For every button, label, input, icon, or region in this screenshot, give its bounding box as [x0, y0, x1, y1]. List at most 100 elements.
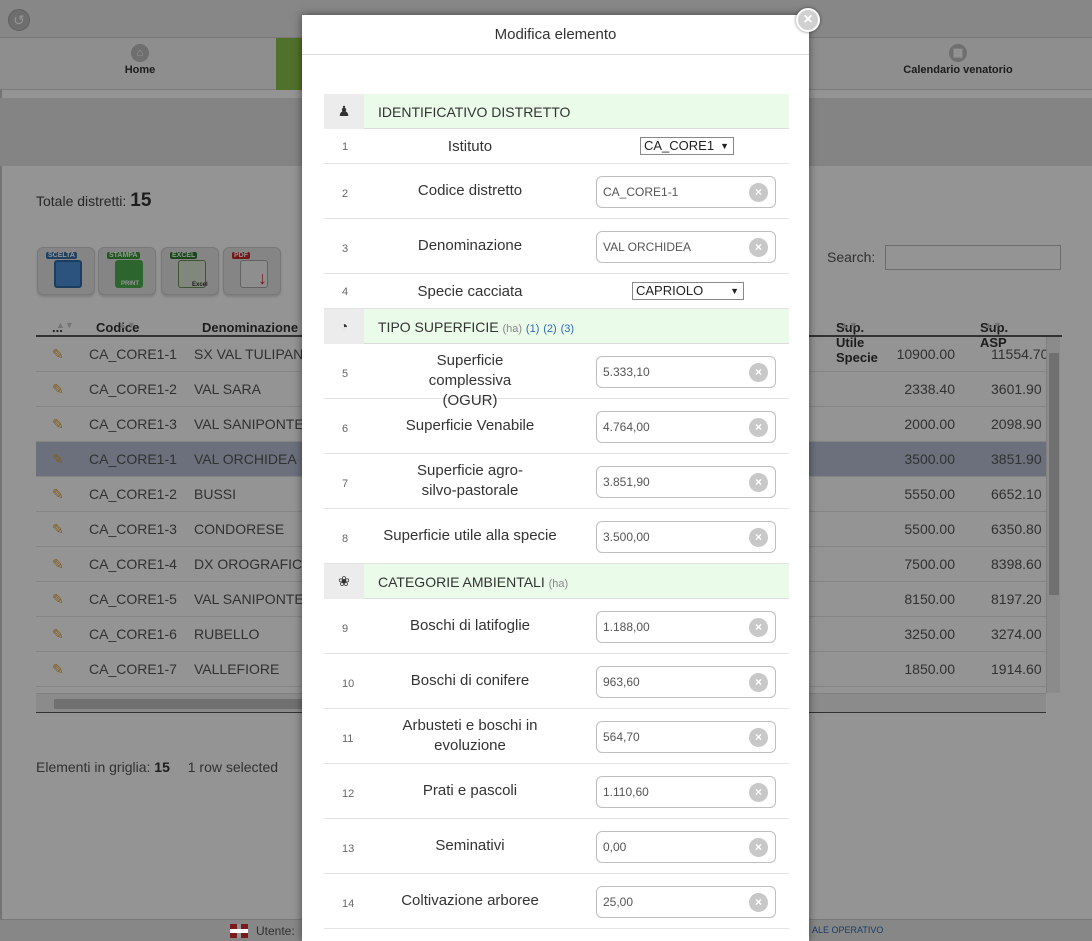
denominazione-input[interactable]: VAL ORCHIDEA × — [596, 231, 776, 263]
field-label: Prati e pascoli — [422, 782, 518, 799]
clear-icon[interactable]: × — [749, 473, 768, 492]
section-tipo-superficie: ◔ TIPO SUPERFICIE (ha) (1) (2) (3) — [324, 309, 789, 344]
field-specie-cacciata: 4 Specie cacciata CAPRIOLO ▼ — [324, 274, 789, 309]
clear-icon[interactable]: × — [749, 363, 768, 382]
edit-modal: Modifica elemento ♟ IDENTIFICATIVO DISTR… — [302, 15, 809, 941]
input-value: 1.110,60 — [603, 785, 649, 799]
clear-icon[interactable]: × — [749, 618, 768, 637]
field-superficie-venabile: 6 Superficie Venabile 4.764,00 × — [324, 399, 789, 454]
clear-icon[interactable]: × — [749, 418, 768, 437]
clear-icon[interactable]: × — [749, 673, 768, 692]
superficie-complessiva-input[interactable]: 5.333,10 × — [596, 356, 776, 388]
field-arbusteti: 11 Arbusteti e boschi in evoluzione 564,… — [324, 709, 789, 764]
field-index: 5 — [342, 368, 349, 380]
coltivazione-arboree-input[interactable]: 25,00 × — [596, 886, 776, 918]
input-value: 3.851,90 — [603, 475, 650, 489]
field-label: Boschi di conifere — [410, 672, 530, 689]
input-value: 5.333,10 — [603, 365, 650, 379]
field-index: 8 — [342, 533, 349, 545]
field-label: Boschi di latifoglie — [409, 617, 531, 634]
field-index: 2 — [342, 188, 349, 200]
clear-icon[interactable]: × — [749, 183, 768, 202]
superficie-utile-input[interactable]: 3.500,00 × — [596, 521, 776, 553]
select-value: CAPRIOLO — [636, 283, 704, 298]
field-boschi-conifere: 10 Boschi di conifere 963,60 × — [324, 654, 789, 709]
input-value: VAL ORCHIDEA — [603, 240, 692, 254]
superficie-asp-input[interactable]: 3.851,90 × — [596, 466, 776, 498]
dropdown-arrow-icon: ▼ — [730, 286, 739, 296]
seminativi-input[interactable]: 0,00 × — [596, 831, 776, 863]
clear-icon[interactable]: × — [749, 728, 768, 747]
istituto-select[interactable]: CA_CORE1 ▼ — [640, 137, 734, 155]
close-modal-button[interactable]: × — [796, 8, 820, 32]
arbusteti-input[interactable]: 564,70 × — [596, 721, 776, 753]
section-unit: (ha) — [502, 323, 523, 335]
clear-icon[interactable]: × — [749, 783, 768, 802]
clear-icon[interactable]: × — [749, 838, 768, 857]
boschi-conifere-input[interactable]: 963,60 × — [596, 666, 776, 698]
boschi-latifoglie-input[interactable]: 1.188,00 × — [596, 611, 776, 643]
field-index: 6 — [342, 423, 349, 435]
field-index: 13 — [342, 843, 355, 855]
clear-icon[interactable]: × — [749, 528, 768, 547]
section-identificativo: ♟ IDENTIFICATIVO DISTRETTO — [324, 94, 789, 129]
input-value: 1.188,00 — [603, 620, 650, 634]
field-label: Codice distretto — [417, 182, 523, 199]
input-value: 25,00 — [603, 895, 634, 909]
field-index: 10 — [342, 678, 355, 690]
input-value: 564,70 — [603, 730, 640, 744]
input-value: 3.500,00 — [603, 530, 650, 544]
section-unit: (ha) — [548, 578, 569, 590]
field-label: Arbusteti e boschi in evoluzione — [402, 717, 538, 754]
field-coltivazione-arboree: 14 Coltivazione arboree 25,00 × — [324, 874, 789, 929]
input-value: CA_CORE1-1 — [603, 185, 679, 199]
field-seminativi: 13 Seminativi 0,00 × — [324, 819, 789, 874]
field-codice-distretto: 2 Codice distretto CA_CORE1-1 × — [324, 164, 789, 219]
field-label: Specie cacciata — [417, 283, 523, 300]
section-label: IDENTIFICATIVO DISTRETTO — [378, 104, 571, 120]
field-label: Seminativi — [435, 837, 505, 854]
specie-select[interactable]: CAPRIOLO ▼ — [632, 282, 744, 300]
field-index: 14 — [342, 898, 355, 910]
user-icon: ♟ — [324, 94, 364, 129]
dropdown-arrow-icon: ▼ — [720, 141, 729, 151]
field-index: 9 — [342, 623, 349, 635]
field-label: Istituto — [447, 138, 493, 155]
field-index: 11 — [342, 733, 354, 745]
note-link-3[interactable]: (3) — [561, 323, 574, 335]
codice-distretto-input[interactable]: CA_CORE1-1 × — [596, 176, 776, 208]
clear-icon[interactable]: × — [749, 238, 768, 257]
input-value: 963,60 — [603, 675, 640, 689]
field-label: Superficie utile alla specie — [383, 527, 557, 544]
edit-form: ♟ IDENTIFICATIVO DISTRETTO 1 Istituto CA… — [324, 94, 789, 929]
field-denominazione: 3 Denominazione VAL ORCHIDEA × — [324, 219, 789, 274]
input-value: 4.764,00 — [603, 420, 650, 434]
select-value: CA_CORE1 — [644, 138, 715, 153]
section-label-group: CATEGORIE AMBIENTALI (ha) — [378, 574, 568, 590]
field-superficie-asp: 7 Superficie agro-silvo-pastorale 3.851,… — [324, 454, 789, 509]
section-label: TIPO SUPERFICIE — [378, 319, 499, 335]
field-boschi-latifoglie: 9 Boschi di latifoglie 1.188,00 × — [324, 599, 789, 654]
field-index: 3 — [342, 243, 349, 255]
input-value: 0,00 — [603, 840, 627, 854]
field-istituto: 1 Istituto CA_CORE1 ▼ — [324, 129, 789, 164]
field-label: Denominazione — [417, 237, 523, 254]
field-index: 4 — [342, 286, 349, 298]
field-label: Superficie agro-silvo-pastorale — [417, 462, 523, 499]
note-link-2[interactable]: (2) — [543, 323, 556, 335]
section-categorie-ambientali: ❀ CATEGORIE AMBIENTALI (ha) — [324, 564, 789, 599]
superficie-venabile-input[interactable]: 4.764,00 × — [596, 411, 776, 443]
clear-icon[interactable]: × — [749, 893, 768, 912]
leaf-icon: ❀ — [324, 564, 364, 599]
field-label: Superficie Venabile — [405, 417, 535, 434]
field-index: 12 — [342, 788, 355, 800]
field-superficie-utile: 8 Superficie utile alla specie 3.500,00 × — [324, 509, 789, 564]
gauge-icon: ◔ — [324, 309, 364, 344]
field-superficie-complessiva: 5 Superficie complessiva (OGUR) 5.333,10… — [324, 344, 789, 409]
prati-pascoli-input[interactable]: 1.110,60 × — [596, 776, 776, 808]
section-label-group: TIPO SUPERFICIE (ha) (1) (2) (3) — [378, 319, 574, 335]
field-index: 1 — [342, 141, 349, 153]
field-prati-pascoli: 12 Prati e pascoli 1.110,60 × — [324, 764, 789, 819]
note-link-1[interactable]: (1) — [526, 323, 539, 335]
section-label: CATEGORIE AMBIENTALI — [378, 574, 545, 590]
